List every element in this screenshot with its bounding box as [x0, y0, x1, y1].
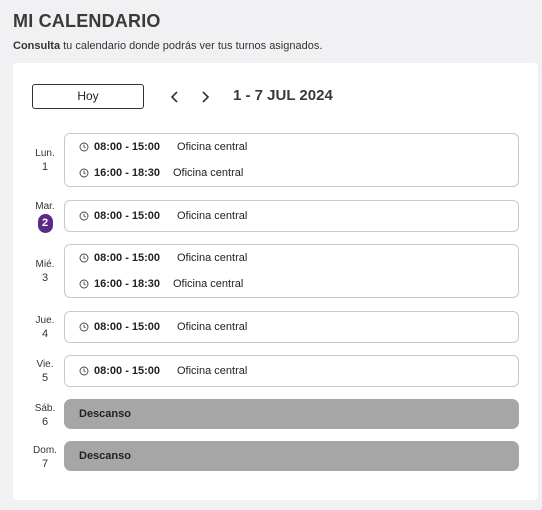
day-number: 1 — [41, 161, 49, 173]
calendar-toolbar: Hoy 1 - 7 JUL 2024 — [13, 63, 538, 129]
day-row-friday: Vie. 5 08:00 - 15:00 Oficina central — [13, 355, 538, 387]
clock-icon — [79, 322, 89, 332]
shift-place: Oficina central — [173, 278, 244, 290]
day-label: Mar. 2 — [27, 200, 63, 233]
day-label: Jue. 4 — [27, 314, 63, 341]
day-number: 3 — [41, 272, 49, 284]
clock-icon — [79, 211, 89, 221]
day-number: 4 — [41, 328, 49, 340]
rest-day-card[interactable]: Descanso — [64, 399, 519, 429]
day-abbr: Dom. — [33, 445, 57, 456]
shift-card[interactable]: 08:00 - 15:00 Oficina central 16:00 - 18… — [64, 133, 519, 187]
shift-time: 08:00 - 15:00 — [94, 321, 161, 333]
day-label: Lun. 1 — [27, 147, 63, 174]
shift-time: 16:00 - 18:30 — [94, 167, 161, 179]
shift-time: 16:00 - 18:30 — [94, 278, 161, 290]
shift-time: 08:00 - 15:00 — [94, 141, 161, 153]
clock-icon — [79, 366, 89, 376]
shift-time: 08:00 - 15:00 — [94, 252, 161, 264]
day-row-monday: Lun. 1 08:00 - 15:00 Oficina central 16:… — [13, 133, 538, 187]
shift-place: Oficina central — [177, 321, 248, 333]
rest-day-card[interactable]: Descanso — [64, 441, 519, 471]
day-row-wednesday: Mié. 3 08:00 - 15:00 Oficina central 16:… — [13, 244, 538, 298]
shift-entry: 08:00 - 15:00 Oficina central — [65, 138, 518, 156]
chevron-right-icon[interactable] — [195, 87, 215, 107]
calendar-card: Hoy 1 - 7 JUL 2024 Lun. 1 08:00 - 15:00 … — [13, 63, 538, 500]
shift-place: Oficina central — [177, 141, 248, 153]
day-label: Mié. 3 — [27, 258, 63, 285]
chevron-left-icon[interactable] — [165, 87, 185, 107]
day-abbr: Lun. — [35, 148, 55, 159]
clock-icon — [79, 279, 89, 289]
day-label: Dom. 7 — [27, 444, 63, 471]
shift-place: Oficina central — [173, 167, 244, 179]
clock-icon — [79, 168, 89, 178]
shift-entry: 16:00 - 18:30 Oficina central — [65, 275, 518, 293]
day-abbr: Mar. — [35, 201, 55, 212]
shift-time: 08:00 - 15:00 — [94, 210, 161, 222]
page-subtitle: Consulta tu calendario donde podrás ver … — [13, 40, 322, 52]
day-number: 5 — [41, 372, 49, 384]
day-row-tuesday: Mar. 2 08:00 - 15:00 Oficina central — [13, 200, 538, 233]
shift-entry: 08:00 - 15:00 Oficina central — [65, 249, 518, 267]
day-abbr: Sáb. — [34, 403, 56, 414]
day-row-sunday: Dom. 7 Descanso — [13, 441, 538, 471]
date-range-label: 1 - 7 JUL 2024 — [233, 87, 333, 104]
shift-entry: 08:00 - 15:00 Oficina central — [65, 362, 518, 380]
shift-place: Oficina central — [177, 210, 248, 222]
shift-card[interactable]: 08:00 - 15:00 Oficina central — [64, 200, 519, 232]
shift-card[interactable]: 08:00 - 15:00 Oficina central 16:00 - 18… — [64, 244, 519, 298]
day-number: 6 — [41, 416, 49, 428]
day-abbr: Vie. — [36, 359, 54, 370]
day-label: Vie. 5 — [27, 358, 63, 385]
shift-place: Oficina central — [177, 365, 248, 377]
today-day-number: 2 — [37, 214, 53, 233]
subtitle-bold: Consulta — [13, 40, 61, 52]
page-title: MI CALENDARIO — [13, 11, 161, 31]
today-button[interactable]: Hoy — [32, 84, 144, 109]
shift-entry: 16:00 - 18:30 Oficina central — [65, 164, 518, 182]
shift-card[interactable]: 08:00 - 15:00 Oficina central — [64, 311, 519, 343]
shift-card[interactable]: 08:00 - 15:00 Oficina central — [64, 355, 519, 387]
shift-entry: 08:00 - 15:00 Oficina central — [65, 318, 518, 336]
subtitle-text: tu calendario donde podrás ver tus turno… — [60, 40, 323, 52]
day-abbr: Jue. — [35, 315, 55, 326]
shift-place: Oficina central — [177, 252, 248, 264]
shift-entry: 08:00 - 15:00 Oficina central — [65, 207, 518, 225]
clock-icon — [79, 142, 89, 152]
shift-time: 08:00 - 15:00 — [94, 365, 161, 377]
day-row-saturday: Sáb. 6 Descanso — [13, 399, 538, 429]
day-number: 7 — [41, 458, 49, 470]
day-label: Sáb. 6 — [27, 402, 63, 429]
day-row-thursday: Jue. 4 08:00 - 15:00 Oficina central — [13, 311, 538, 343]
clock-icon — [79, 253, 89, 263]
day-abbr: Mié. — [35, 259, 55, 270]
